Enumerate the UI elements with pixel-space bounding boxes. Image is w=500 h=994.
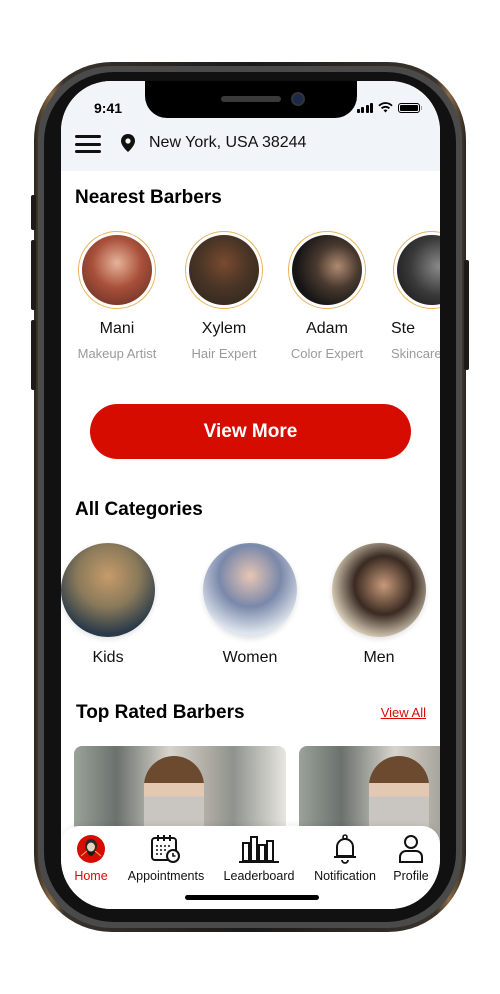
category-label: Kids <box>92 649 124 666</box>
hamburger-menu-icon[interactable] <box>75 135 101 153</box>
barber-avatar <box>82 235 152 305</box>
barber-name: Xylem <box>201 320 247 337</box>
barber-name: Adam <box>306 320 348 337</box>
nav-home[interactable]: Home <box>71 832 111 883</box>
wifi-icon <box>378 102 393 113</box>
user-icon <box>399 835 423 863</box>
category-image <box>61 543 155 637</box>
calendar-clock-icon <box>151 835 180 863</box>
power-button <box>464 260 469 370</box>
location-text[interactable]: New York, USA 38244 <box>149 134 306 152</box>
nav-label: Leaderboard <box>223 869 295 883</box>
barber-avatar <box>397 235 440 305</box>
silent-switch <box>31 195 36 230</box>
category-kids[interactable]: Kids <box>61 543 158 667</box>
status-time: 9:41 <box>94 100 123 116</box>
speaker <box>221 96 281 102</box>
signal-icon <box>356 102 373 113</box>
nav-appointments[interactable]: Appointments <box>125 832 207 883</box>
category-label: Men <box>363 649 395 666</box>
status-icons <box>356 102 422 113</box>
nav-label: Profile <box>393 869 429 883</box>
barber-name: Ste <box>391 320 416 337</box>
nav-profile[interactable]: Profile <box>391 832 431 883</box>
nav-notification[interactable]: Notification <box>310 832 380 883</box>
nav-leaderboard[interactable]: Leaderboard <box>221 832 297 883</box>
barber-card[interactable]: Mani Makeup Artist <box>72 231 162 361</box>
category-image <box>332 543 426 637</box>
home-indicator <box>185 895 319 900</box>
notch <box>145 81 357 118</box>
nav-label: Appointments <box>127 869 205 883</box>
all-categories-title: All Categories <box>75 499 203 520</box>
app-screen: 9:41 New York, USA 38244 Nearest Barbers… <box>61 81 440 909</box>
volume-up-button <box>31 240 36 310</box>
category-men[interactable]: Men <box>329 543 429 667</box>
barber-avatar <box>189 235 259 305</box>
category-label: Women <box>222 649 278 666</box>
barber-card[interactable]: Adam Color Expert <box>282 231 372 361</box>
view-more-button[interactable]: View More <box>90 404 411 459</box>
barber-role: Color Expert <box>290 346 364 361</box>
nav-label: Home <box>74 869 108 883</box>
barber-role: Makeup Artist <box>77 346 157 361</box>
barber-name: Mani <box>99 320 135 337</box>
category-women[interactable]: Women <box>200 543 300 667</box>
barber-card[interactable]: Ste Skincare <box>387 231 440 361</box>
map-pin-icon <box>121 134 135 152</box>
barber-avatar <box>292 235 362 305</box>
leaderboard-bars-icon <box>239 836 279 863</box>
barber-role: Skincare <box>391 346 440 361</box>
barber-avatar-icon <box>77 835 105 863</box>
bell-icon <box>334 834 356 864</box>
barber-card[interactable]: Xylem Hair Expert <box>179 231 269 361</box>
barber-role: Hair Expert <box>191 346 257 361</box>
nearest-barbers-title: Nearest Barbers <box>75 187 222 208</box>
view-all-link[interactable]: View All <box>381 705 426 720</box>
volume-down-button <box>31 320 36 390</box>
category-image <box>203 543 297 637</box>
top-rated-barbers-title: Top Rated Barbers <box>76 702 245 723</box>
front-camera <box>291 92 305 106</box>
battery-icon <box>398 102 422 113</box>
nav-label: Notification <box>314 869 376 883</box>
